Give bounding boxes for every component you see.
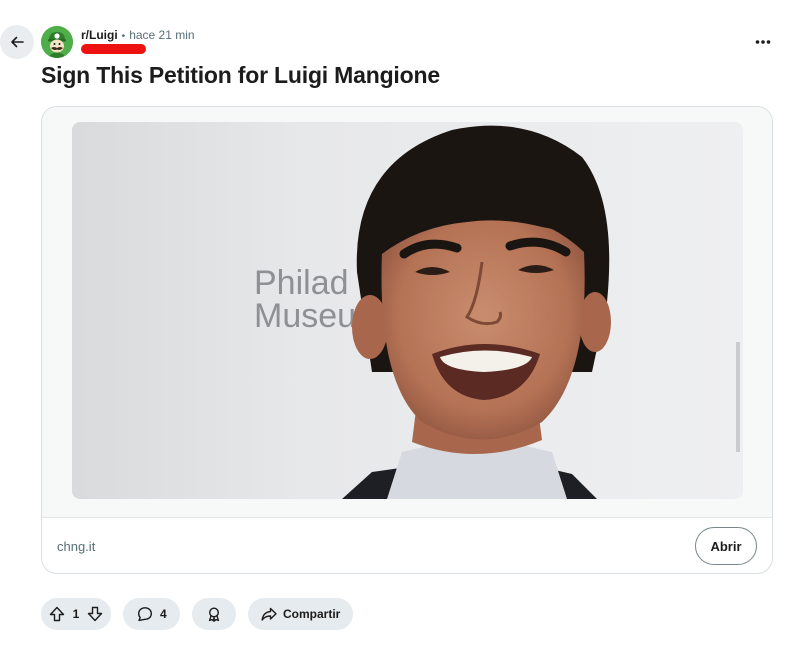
upvote-arrow-icon (49, 606, 65, 622)
back-button[interactable] (0, 25, 34, 59)
upvote-button[interactable] (49, 606, 65, 622)
comment-count: 4 (160, 607, 167, 621)
username-redaction (81, 44, 146, 54)
post-timestamp: hace 21 min (129, 28, 195, 42)
luigi-avatar-icon (41, 26, 73, 58)
more-options-button[interactable] (749, 32, 777, 52)
comments-button[interactable]: 4 (123, 598, 180, 630)
meta-separator: • (121, 31, 126, 42)
card-image-area: Philad Museu (42, 107, 772, 518)
link-thumbnail[interactable]: Philad Museu (72, 122, 743, 499)
background-sign-text-2: Museu (254, 297, 356, 335)
post-action-bar: 1 4 Compartir (41, 598, 353, 630)
more-horizontal-icon (755, 40, 771, 44)
card-footer: chng.it Abrir (42, 518, 772, 573)
share-button[interactable]: Compartir (248, 598, 353, 630)
link-preview-card[interactable]: Philad Museu chng.it Abrir (41, 106, 773, 574)
downvote-arrow-icon (87, 606, 103, 622)
award-icon (208, 607, 220, 622)
subreddit-link[interactable]: r/Luigi (81, 28, 118, 42)
award-button[interactable] (192, 598, 236, 630)
subreddit-avatar[interactable] (41, 26, 73, 58)
post-title: Sign This Petition for Luigi Mangione (41, 62, 440, 88)
open-link-button[interactable]: Abrir (695, 527, 757, 565)
link-domain[interactable]: chng.it (57, 539, 95, 554)
arrow-left-icon (11, 36, 24, 48)
vote-count: 1 (72, 607, 80, 621)
share-label: Compartir (283, 607, 341, 621)
share-arrow-icon (261, 607, 277, 621)
comment-bubble-icon (138, 607, 152, 622)
vote-control: 1 (41, 598, 111, 630)
downvote-button[interactable] (87, 606, 103, 622)
post-meta: r/Luigi • hace 21 min (81, 28, 195, 42)
